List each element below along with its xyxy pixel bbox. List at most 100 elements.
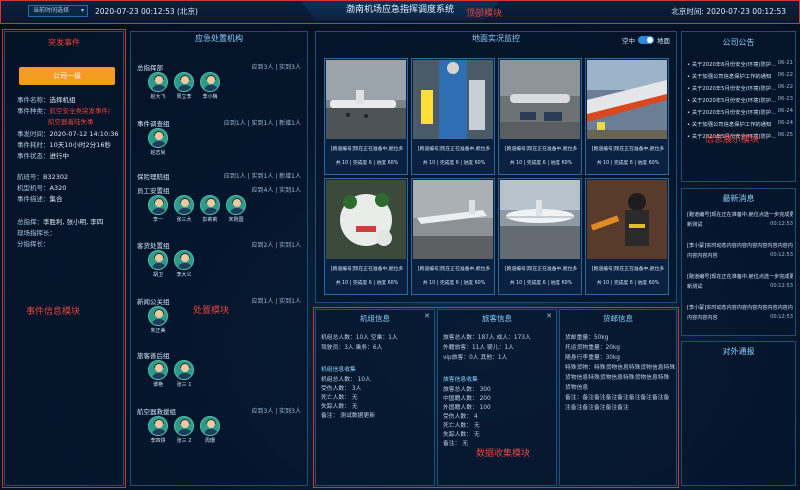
camera-caption: [跑道编号]现在正在准备中,舱位多 [591, 147, 665, 152]
info-sub-line: 备注： 无 [443, 441, 469, 447]
info-sub-line: 外国籍人数： 100 [443, 405, 491, 411]
person-card[interactable]: 宋则国 [225, 195, 247, 223]
news-item[interactable]: [李小蒙]实时动态内容内容内容内容内容内容内容 内容内容内容 00:12:53 [687, 242, 793, 259]
person-card[interactable]: 彭莉莉 [199, 195, 221, 223]
news-time: 00:12:53 [770, 283, 793, 289]
event-field-label: 事件耗时： [17, 141, 50, 149]
event-field-value: 进行中 [49, 152, 70, 160]
avatar [174, 416, 194, 436]
company-level-button[interactable]: 公司一级 [19, 67, 115, 85]
person-card[interactable]: 周立李 [173, 72, 195, 100]
person-card[interactable]: 谭艳 [147, 360, 169, 388]
info-line: 特殊货物：特殊货物信息特殊货物信息特殊 [565, 365, 676, 371]
camera-card[interactable]: [跑道编号]现在正在准备中,舱位多共 10 | 完成度 6 | 进度 60% [585, 58, 669, 175]
notice-date: 06-23 [777, 96, 793, 102]
event-field-row: 总指挥：李胜利, 张小明, 李四 [17, 216, 103, 226]
news-item[interactable]: [跑道编号]现在正在准备中,舱位点选一步完成更 新测试 00:12:53 [687, 211, 793, 228]
person-card[interactable]: 李大义 [173, 250, 195, 278]
crew-info-panel: 机组信息 ✕ 机组总人数：10人 空乘：1人 驾驶员：3人 乘务：6人 机组信息收集… [315, 309, 435, 486]
annotation-label-top: 顶部模块 [466, 9, 503, 19]
person-card[interactable]: 赵志尚 [147, 128, 169, 156]
org-group[interactable]: 总指挥部 应到3人 | 实到3人 赵大飞 周立李 李小梅 [137, 62, 303, 100]
person-name: 李大义 [176, 272, 192, 278]
org-group[interactable]: 旅客善后组 谭艳 张三 1 [137, 350, 303, 388]
close-icon[interactable]: ✕ [424, 312, 430, 320]
dispatch-org-title: 应急处置机构 [195, 34, 243, 43]
notice-item[interactable]: • 关于2020年5月份安全(环境)防护... 06-23 [687, 96, 793, 104]
news-item[interactable]: [李小蒙]实时动态内容内容内容内容内容内容内容 内容内容内容 00:12:53 [687, 304, 793, 321]
org-group[interactable]: 事件调查组 应到1人 | 实到1人 | 新增1人 赵志尚 [137, 118, 303, 156]
person-card[interactable]: 李一 [147, 195, 169, 223]
person-name: 李四饼 [150, 438, 166, 444]
person-card[interactable]: 张三 2 [173, 416, 195, 444]
info-sub-line: 死亡人数： 无 [443, 423, 480, 429]
top-bar: 当前时间选择 ▾ 2020-07-23 00:12:53 (北京) 渤南机场应急… [0, 0, 800, 24]
time-select-dropdown[interactable]: 当前时间选择 ▾ [28, 5, 88, 17]
person-name: 李小梅 [202, 94, 218, 100]
notice-item[interactable]: • 关于2020年5月份安全(环境)防护... 06-24 [687, 108, 793, 116]
camera-progress: 共 10 | 完成度 6 | 进度 60% [422, 161, 486, 166]
camera-card[interactable]: [跑道编号]现在正在准备中,舱位多共 10 | 完成度 6 | 进度 60% [324, 178, 408, 295]
news-time: 00:12:53 [770, 252, 793, 258]
notice-item[interactable]: • 关于2020年6月份安全(环境)防护... 06-21 [687, 60, 793, 68]
air-ground-toggle[interactable]: 空中 地面 [622, 35, 670, 45]
notice-title: • 关于加强公司信息保护工作的通知 [687, 122, 772, 128]
org-group-stat: 应到3人 | 实到3人 [251, 408, 301, 415]
notice-item[interactable]: • 关于加强公司信息保护工作的通知 06-22 [687, 72, 793, 80]
person-card[interactable]: 李小梅 [199, 72, 221, 100]
org-group[interactable]: 航空器救援组 应到3人 | 实到3人 李四饼 张三 2 周珊 [137, 406, 303, 444]
camera-card[interactable]: [跑道编号]现在正在准备中,舱位多共 10 | 完成度 6 | 进度 60% [411, 178, 495, 295]
info-subtitle: 机组信息收集 [321, 367, 356, 373]
camera-card[interactable]: [跑道编号]现在正在准备中,舱位多共 10 | 完成度 6 | 进度 60% [411, 58, 495, 175]
avatar [148, 72, 168, 92]
annotation-label-info: 信息展示模块 [705, 135, 760, 145]
person-card[interactable]: 朱正美 [147, 306, 169, 334]
camera-caption: [跑道编号]现在正在准备中,舱位多 [330, 147, 404, 152]
notice-title: • 关于2020年6月份安全(环境)防护... [687, 62, 777, 68]
camera-progress: 共 10 | 完成度 6 | 进度 60% [509, 281, 573, 286]
info-line: 货物信息特殊货物信息特殊货物信息特殊 [565, 375, 670, 381]
info-line: vip旅客：0人 其他：1人 [443, 355, 508, 361]
person-name: 宋则国 [228, 217, 244, 223]
person-card[interactable]: 李四饼 [147, 416, 169, 444]
camera-caption: [跑道编号]现在正在准备中,舱位多 [417, 267, 491, 272]
news-time: 00:12:53 [770, 221, 793, 227]
person-name: 胡卫 [152, 272, 163, 278]
close-icon[interactable]: ✕ [546, 312, 552, 320]
camera-card[interactable]: [跑道编号]现在正在准备中,舱位多共 10 | 完成度 6 | 进度 60% [585, 178, 669, 295]
person-card[interactable]: 张三 1 [173, 360, 195, 388]
news-text: [李小蒙]实时动态内容内容内容内容内容内容内容 [687, 243, 793, 249]
passenger-info-panel: 旅客信息 ✕ 旅客总人数：187人 成人：173人 外籍旅客：11人 婴儿：1人 v… [437, 309, 557, 486]
notice-date: 06-22 [777, 84, 793, 90]
person-card[interactable]: 胡卫 [147, 250, 169, 278]
event-field-label: 机型机号： [17, 184, 50, 192]
avatar [174, 250, 194, 270]
event-field-label: 事件描述： [17, 195, 50, 203]
news-line2: 内容内容内容 00:12:53 [687, 314, 793, 321]
person-name: 张三 2 [176, 438, 192, 444]
camera-card[interactable]: [跑道编号]现在正在准备中,舱位多共 10 | 完成度 6 | 进度 60% [324, 58, 408, 175]
camera-card[interactable]: [跑道编号]现在正在准备中,舱位多共 10 | 完成度 6 | 进度 60% [498, 178, 582, 295]
person-card[interactable]: 周珊 [199, 416, 221, 444]
person-card[interactable]: 张三大 [173, 195, 195, 223]
toggle-switch[interactable] [638, 36, 654, 44]
camera-caption: [跑道编号]现在正在准备中,舱位多 [504, 147, 578, 152]
event-field-label: 事件状态： [17, 152, 50, 160]
notice-item[interactable]: • 关于2020年5月份安全(环境)防护... 06-22 [687, 84, 793, 92]
avatar [200, 72, 220, 92]
news-item[interactable]: [跑道编号]现在正在准备中,舱位点选一步完成更 新测试 00:12:53 [687, 273, 793, 290]
org-group[interactable]: 员工安置组 应到4人 | 实到1人 李一 张三大 彭莉莉 宋则国 [137, 185, 303, 223]
person-name: 赵大飞 [150, 94, 166, 100]
info-line: 托运货物重量：20kg [565, 345, 620, 351]
org-group[interactable]: 保险理赔组 应到1人 | 实到1人 | 新增1人 [137, 171, 303, 181]
camera-card[interactable]: [跑道编号]现在正在准备中,舱位多共 10 | 完成度 6 | 进度 60% [498, 58, 582, 175]
notice-title: • 关于2020年5月份安全(环境)防护... [687, 86, 777, 92]
notice-item[interactable]: • 关于加强公司信息保护工作的通知 06-24 [687, 120, 793, 128]
event-field-row: 分指挥长： [17, 238, 50, 248]
person-card[interactable]: 赵大飞 [147, 72, 169, 100]
person-name: 李一 [152, 217, 163, 223]
org-group[interactable]: 客货处置组 应到2人 | 实到1人 胡卫 李大义 [137, 240, 303, 278]
camera-progress: 共 10 | 完成度 6 | 进度 60% [509, 161, 573, 166]
camera-caption: [跑道编号]现在正在准备中,舱位多 [591, 267, 665, 272]
person-name: 朱正美 [150, 328, 166, 334]
